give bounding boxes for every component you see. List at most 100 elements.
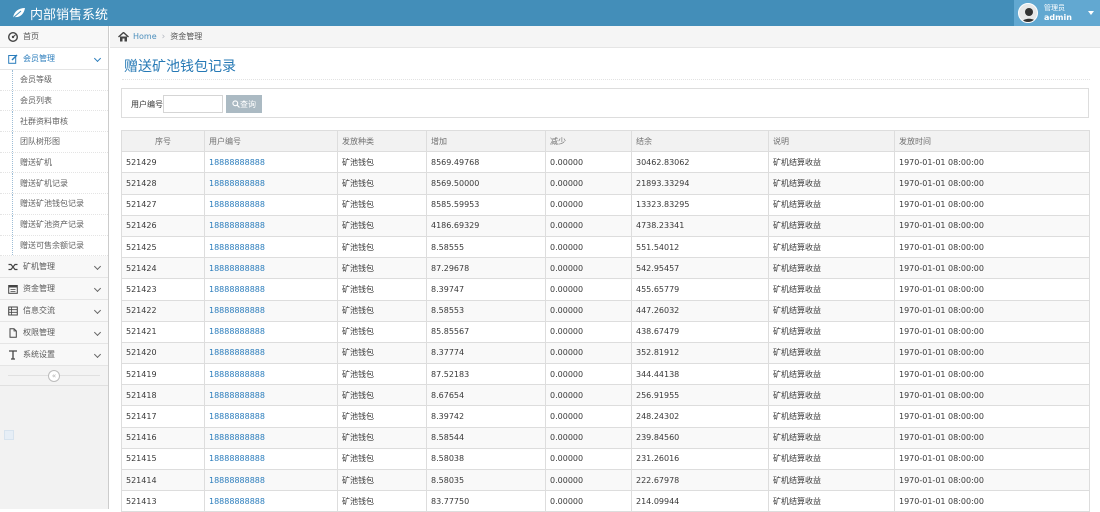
cell-user-id[interactable]: 18888888888 [204, 363, 338, 386]
column-header-user-id[interactable]: 用户编号 [204, 129, 338, 153]
cell-user-id[interactable]: 18888888888 [204, 299, 338, 322]
chevron-down-icon [93, 329, 102, 337]
sidebar-item-permission-management[interactable]: 权限管理 [0, 322, 108, 345]
column-header-decrease[interactable]: 减少 [545, 129, 632, 153]
column-header-time[interactable]: 发放时间 [894, 129, 1090, 153]
sidebar-subitem-gift-miner[interactable]: 赠送矿机 [0, 152, 108, 174]
cell-type: 矿池钱包 [337, 447, 427, 471]
cell-decrease: 0.00000 [545, 341, 632, 365]
table-body: 521429 18888888888 矿池钱包 8569.49768 0.00000 30… [121, 151, 1090, 512]
brand[interactable]: 内部销售系统 [12, 0, 108, 26]
page-title: 赠送矿池钱包记录 [124, 59, 236, 75]
shuffle-icon [8, 262, 18, 272]
cell-type: 矿池钱包 [337, 384, 427, 407]
sidebar-item-fund-management[interactable]: 资金管理 [0, 278, 108, 301]
user-name: admin [1044, 13, 1072, 22]
chevron-down-icon [93, 351, 102, 359]
sidebar-item-home[interactable]: 首页 [0, 26, 108, 48]
caret-down-icon[interactable] [1088, 11, 1094, 15]
cell-user-id[interactable]: 18888888888 [204, 341, 338, 365]
cell-type: 矿池钱包 [337, 278, 427, 301]
sidebar-subitem-gift-pool-wallet-records[interactable]: 赠送矿池钱包记录 [0, 194, 108, 215]
cell-time: 1970-01-01 08:00:00 [894, 278, 1090, 301]
edit-icon [8, 54, 18, 64]
table-row: 521429 18888888888 矿池钱包 8569.49768 0.00000 30… [121, 151, 1090, 174]
search-icon [232, 100, 240, 108]
cell-user-id[interactable]: 18888888888 [204, 235, 338, 259]
column-header-type[interactable]: 发放种类 [337, 129, 427, 153]
breadcrumb-home-link[interactable]: Home [133, 32, 157, 41]
cell-index: 521418 [121, 384, 205, 407]
cell-time: 1970-01-01 08:00:00 [894, 214, 1090, 237]
sidebar-item-miner-management[interactable]: 矿机管理 [0, 256, 108, 279]
cell-increase: 8.58555 [426, 235, 546, 259]
sidebar-item-label: 权限管理 [23, 328, 55, 338]
table-row: 521428 18888888888 矿池钱包 8569.50000 0.00000 21… [121, 172, 1090, 195]
cell-user-id[interactable]: 18888888888 [204, 257, 338, 280]
cell-user-id[interactable]: 18888888888 [204, 447, 338, 471]
cell-user-id[interactable]: 18888888888 [204, 214, 338, 237]
sidebar-subitem-community-review[interactable]: 社群资料审核 [0, 111, 108, 133]
cell-time: 1970-01-01 08:00:00 [894, 193, 1090, 216]
collapse-icon[interactable]: « [48, 370, 60, 383]
sidebar-item-label: 矿机管理 [23, 262, 55, 272]
cell-user-id[interactable]: 18888888888 [204, 151, 338, 174]
sidebar-subitem-gift-balance-records[interactable]: 赠送可售余额记录 [0, 235, 108, 257]
search-button[interactable]: 查询 [226, 95, 262, 113]
cell-increase: 8569.50000 [426, 172, 546, 195]
cell-time: 1970-01-01 08:00:00 [894, 172, 1090, 195]
cell-index: 521427 [121, 193, 205, 216]
cell-user-id[interactable]: 18888888888 [204, 426, 338, 449]
cell-time: 1970-01-01 08:00:00 [894, 299, 1090, 322]
cell-type: 矿池钱包 [337, 257, 427, 280]
cell-balance: 344.44138 [631, 363, 769, 386]
cell-index: 521429 [121, 151, 205, 174]
sidebar-subitem-gift-pool-asset-records[interactable]: 赠送矿池资产记录 [0, 214, 108, 236]
cell-balance: 256.91955 [631, 384, 769, 407]
column-header-increase[interactable]: 增加 [426, 129, 546, 153]
cell-user-id[interactable]: 18888888888 [204, 320, 338, 343]
column-header-balance[interactable]: 结余 [631, 129, 769, 153]
cell-decrease: 0.00000 [545, 447, 632, 471]
search-panel: 用户编号 查询 [121, 88, 1089, 118]
table-row: 521422 18888888888 矿池钱包 8.58553 0.00000 447.2… [121, 299, 1090, 322]
table-row: 521423 18888888888 矿池钱包 8.39747 0.00000 455.6… [121, 278, 1090, 301]
user-id-input[interactable] [163, 95, 223, 113]
sidebar-item-label: 首页 [23, 32, 39, 41]
sidebar-subitem-member-level[interactable]: 会员等级 [0, 70, 108, 91]
table-row: 521414 18888888888 矿池钱包 8.58035 0.00000 222.6… [121, 468, 1090, 492]
cell-index: 521420 [121, 341, 205, 365]
user-id-label: 用户编号 [131, 100, 163, 109]
cell-increase: 85.85567 [426, 320, 546, 343]
column-header-description[interactable]: 说明 [768, 129, 895, 153]
cell-increase: 4186.69329 [426, 214, 546, 237]
cell-type: 矿池钱包 [337, 405, 427, 428]
sidebar-item-info-exchange[interactable]: 信息交流 [0, 300, 108, 323]
cell-index: 521417 [121, 405, 205, 428]
cell-balance: 248.24302 [631, 405, 769, 428]
sidebar-subitem-gift-miner-records[interactable]: 赠送矿机记录 [0, 173, 108, 195]
sidebar-item-member-management[interactable]: 会员管理 [0, 48, 108, 70]
cell-decrease: 0.00000 [545, 320, 632, 343]
checkbox-icon[interactable] [4, 430, 14, 440]
cell-time: 1970-01-01 08:00:00 [894, 320, 1090, 343]
sidebar-subitem-member-list[interactable]: 会员列表 [0, 90, 108, 112]
user-menu[interactable]: 管理员 admin [1014, 0, 1100, 26]
column-header-index[interactable]: 序号 [121, 129, 205, 153]
cell-index: 521415 [121, 447, 205, 471]
sidebar-subitem-team-tree[interactable]: 团队树形图 [0, 132, 108, 153]
cell-description: 矿机结算收益 [768, 468, 895, 492]
cell-user-id[interactable]: 18888888888 [204, 193, 338, 216]
cell-user-id[interactable]: 18888888888 [204, 172, 338, 195]
table-row: 521424 18888888888 矿池钱包 87.29678 0.00000 542.… [121, 257, 1090, 280]
cell-index: 521425 [121, 235, 205, 259]
sidebar-item-system-settings[interactable]: 系统设置 [0, 344, 108, 367]
cell-description: 矿机结算收益 [768, 363, 895, 386]
user-role: 管理员 [1044, 4, 1065, 12]
cell-user-id[interactable]: 18888888888 [204, 384, 338, 407]
cell-index: 521423 [121, 278, 205, 301]
cell-user-id[interactable]: 18888888888 [204, 278, 338, 301]
cell-user-id[interactable]: 18888888888 [204, 405, 338, 428]
cell-user-id[interactable]: 18888888888 [204, 468, 338, 492]
cell-description: 矿机结算收益 [768, 426, 895, 449]
